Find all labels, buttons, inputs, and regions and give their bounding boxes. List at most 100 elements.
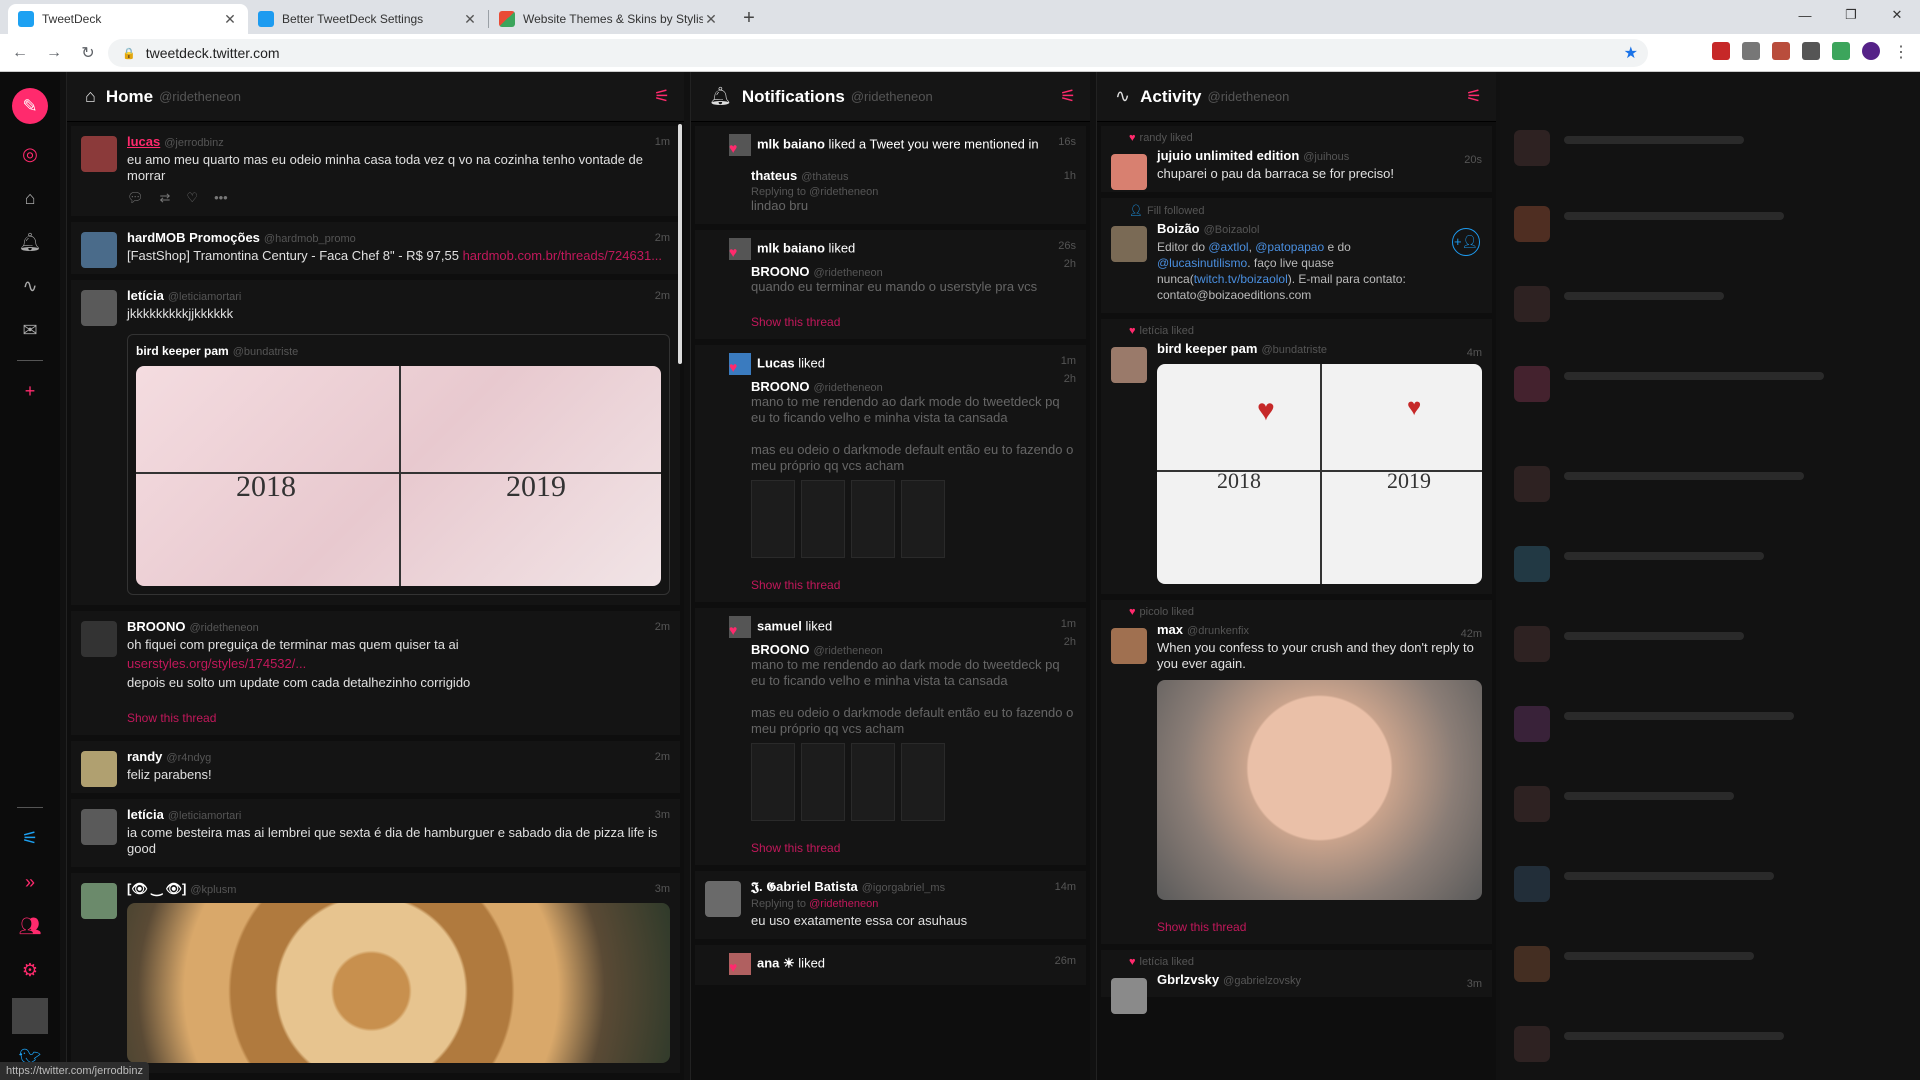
column-body[interactable]: ♥ mlk baiano liked a Tweet you were ment…	[691, 122, 1090, 1080]
tweet-image-thumbnail[interactable]	[801, 480, 845, 558]
tweet-author-handle[interactable]: @ridetheneon	[190, 622, 259, 634]
tweet-time[interactable]: 42m	[1461, 628, 1482, 640]
show-thread-link[interactable]: Show this thread	[1157, 920, 1482, 934]
avatar[interactable]	[1111, 978, 1147, 1014]
reply-icon[interactable]: 💬︎	[127, 190, 144, 206]
show-thread-link[interactable]: Show this thread	[751, 578, 1076, 592]
user-name[interactable]: Boizão	[1157, 221, 1200, 236]
show-thread-link[interactable]: Show this thread	[751, 315, 1076, 329]
tweet-image-thumbnail[interactable]	[851, 480, 895, 558]
column-filter-icon[interactable]: ⚟	[16, 824, 44, 852]
tweet-author-handle[interactable]: @juihous	[1303, 151, 1349, 163]
url-input[interactable]: 🔒 tweetdeck.twitter.com ★	[108, 39, 1648, 67]
quoted-author-name[interactable]: bird keeper pam	[136, 344, 229, 358]
tweet-author-handle[interactable]: @jerrodbinz	[164, 137, 223, 149]
tweet-image-thumbnail[interactable]	[801, 743, 845, 821]
tweet-author-name[interactable]: hardMOB Promoções	[127, 230, 260, 245]
show-thread-link[interactable]: Show this thread	[751, 841, 1076, 855]
minimize-icon[interactable]: —	[1782, 0, 1828, 30]
avatar[interactable]	[12, 998, 48, 1034]
reload-icon[interactable]: ↻	[74, 39, 102, 67]
new-tab-button[interactable]: +	[735, 4, 763, 32]
search-icon[interactable]: ◎	[16, 140, 44, 168]
tweet-author-name[interactable]: BROONO	[751, 642, 810, 657]
accounts-icon[interactable]: 👥︎	[16, 912, 44, 940]
bookmark-star-icon[interactable]: ★	[1624, 43, 1638, 63]
tweet[interactable]: [👁 ‿ 👁] @kplusm 3m	[71, 873, 680, 1073]
tab-better-tweetdeck-settings[interactable]: Better TweetDeck Settings ✕	[248, 4, 488, 34]
profile-avatar[interactable]	[1862, 42, 1880, 60]
tweet-author-name[interactable]: BROONO	[127, 619, 186, 634]
tweet-link[interactable]: userstyles.org/styles/174532/...	[127, 656, 670, 672]
activity-item[interactable]: ♥ letícia liked Gbrlzvsky @gabrielzovsky 3…	[1101, 950, 1492, 1014]
tweet-time[interactable]: 2m	[655, 621, 670, 633]
avatar[interactable]	[81, 621, 117, 657]
tweet-time[interactable]: 1m	[655, 136, 670, 148]
close-window-icon[interactable]: ✕	[1874, 0, 1920, 30]
tweet-time[interactable]: 2m	[655, 232, 670, 244]
settings-gear-icon[interactable]: ⚙	[16, 956, 44, 984]
close-icon[interactable]: ✕	[462, 11, 478, 28]
activity-item[interactable]: ♥ picolo liked max @drunkenfix 42m When yo…	[1101, 600, 1492, 944]
tweet-time[interactable]: 3m	[1467, 978, 1482, 990]
tweet[interactable]: letícia @leticiamortari 3m ia come bestei…	[71, 799, 680, 867]
actor-name[interactable]: samuel	[757, 618, 802, 633]
home-icon[interactable]: ⌂	[16, 184, 44, 212]
follow-button[interactable]: +👤︎	[1452, 228, 1480, 256]
tweet[interactable]: lucas @jerrodbinz 1m eu amo meu quarto ma…	[71, 126, 680, 216]
tweet-author-name[interactable]: thateus	[751, 168, 797, 183]
tweet-author-handle[interactable]: @gabrielzovsky	[1223, 975, 1301, 987]
avatar[interactable]	[1111, 226, 1147, 262]
replying-to-handle[interactable]: @ridetheneon	[809, 186, 878, 198]
tab-tweetdeck[interactable]: TweetDeck ✕	[8, 4, 248, 34]
bio-mention[interactable]: @axtlol	[1208, 240, 1248, 254]
notification-item[interactable]: ♥ mlk baiano liked a Tweet you were ment…	[695, 126, 1086, 224]
tweet-author-handle[interactable]: @hardmob_promo	[264, 233, 356, 245]
tweet-author-handle[interactable]: @drunkenfix	[1187, 625, 1249, 637]
tweet-author-name[interactable]: max	[1157, 622, 1183, 637]
avatar[interactable]	[1111, 347, 1147, 383]
notification-item[interactable]: ♥ mlk baiano liked 26s BROONO @ridetheneo…	[695, 230, 1086, 339]
tweet-images[interactable]	[751, 480, 1076, 558]
tweet-time[interactable]: 2h	[1064, 373, 1076, 385]
avatar[interactable]	[1111, 628, 1147, 664]
actor-name[interactable]: mlk baiano	[757, 240, 825, 255]
more-options-icon[interactable]: •••	[214, 190, 228, 206]
tweet-author-handle[interactable]: @ridetheneon	[814, 382, 883, 394]
tweet-image[interactable]: ♥ ♥ 2018 2019	[1157, 364, 1482, 584]
scrollbar[interactable]	[678, 124, 682, 364]
tweet-time[interactable]: 2m	[655, 751, 670, 763]
tweet-time[interactable]: 14m	[1055, 881, 1076, 893]
add-column-icon[interactable]: +	[16, 377, 44, 405]
bio-mention[interactable]: @patopapao	[1255, 240, 1324, 254]
replying-to-handle[interactable]: @ridetheneon	[809, 898, 878, 910]
tweet-author-handle[interactable]: @ridetheneon	[814, 645, 883, 657]
tweet-images[interactable]	[751, 743, 1076, 821]
compose-tweet-button[interactable]: ✎	[12, 88, 48, 124]
avatar[interactable]	[81, 232, 117, 268]
quoted-author-handle[interactable]: @bundatriste	[233, 346, 299, 358]
tweet-author-handle[interactable]: @ridetheneon	[814, 267, 883, 279]
tweet-time[interactable]: 2m	[655, 290, 670, 302]
messages-icon[interactable]: ✉	[16, 316, 44, 344]
column-settings-icon[interactable]: ⚟	[654, 86, 670, 107]
tweet-author-name[interactable]: letícia	[127, 807, 164, 822]
tweet-time[interactable]: 2h	[1064, 258, 1076, 270]
column-body[interactable]: ♥ randy liked jujuio unlimited edition @ju…	[1097, 122, 1496, 1080]
tweet-author-name[interactable]: lucas	[127, 134, 160, 149]
notification-time[interactable]: 1m	[1061, 355, 1076, 367]
actor-name[interactable]: mlk baiano	[757, 136, 825, 151]
retweet-icon[interactable]: ⇄	[160, 190, 171, 206]
tweet-author-name[interactable]: Gbrlzvsky	[1157, 972, 1219, 987]
notification-time[interactable]: 26m	[1055, 955, 1076, 967]
close-icon[interactable]: ✕	[222, 11, 238, 28]
menu-icon[interactable]: ⋮	[1892, 42, 1910, 61]
tweet-author-handle[interactable]: @leticiamortari	[168, 291, 242, 303]
actor-name[interactable]: Lucas	[757, 355, 795, 370]
tweet-author-name[interactable]: randy	[127, 749, 162, 764]
activity-item[interactable]: 👤︎ Fill followed Boizão @Boizaolol +👤︎ Edi…	[1101, 198, 1492, 313]
user-handle[interactable]: @Boizaolol	[1204, 224, 1260, 236]
vpn-extension-icon[interactable]	[1802, 42, 1820, 60]
tweet-time[interactable]: 3m	[655, 809, 670, 821]
show-thread-link[interactable]: Show this thread	[127, 711, 670, 725]
